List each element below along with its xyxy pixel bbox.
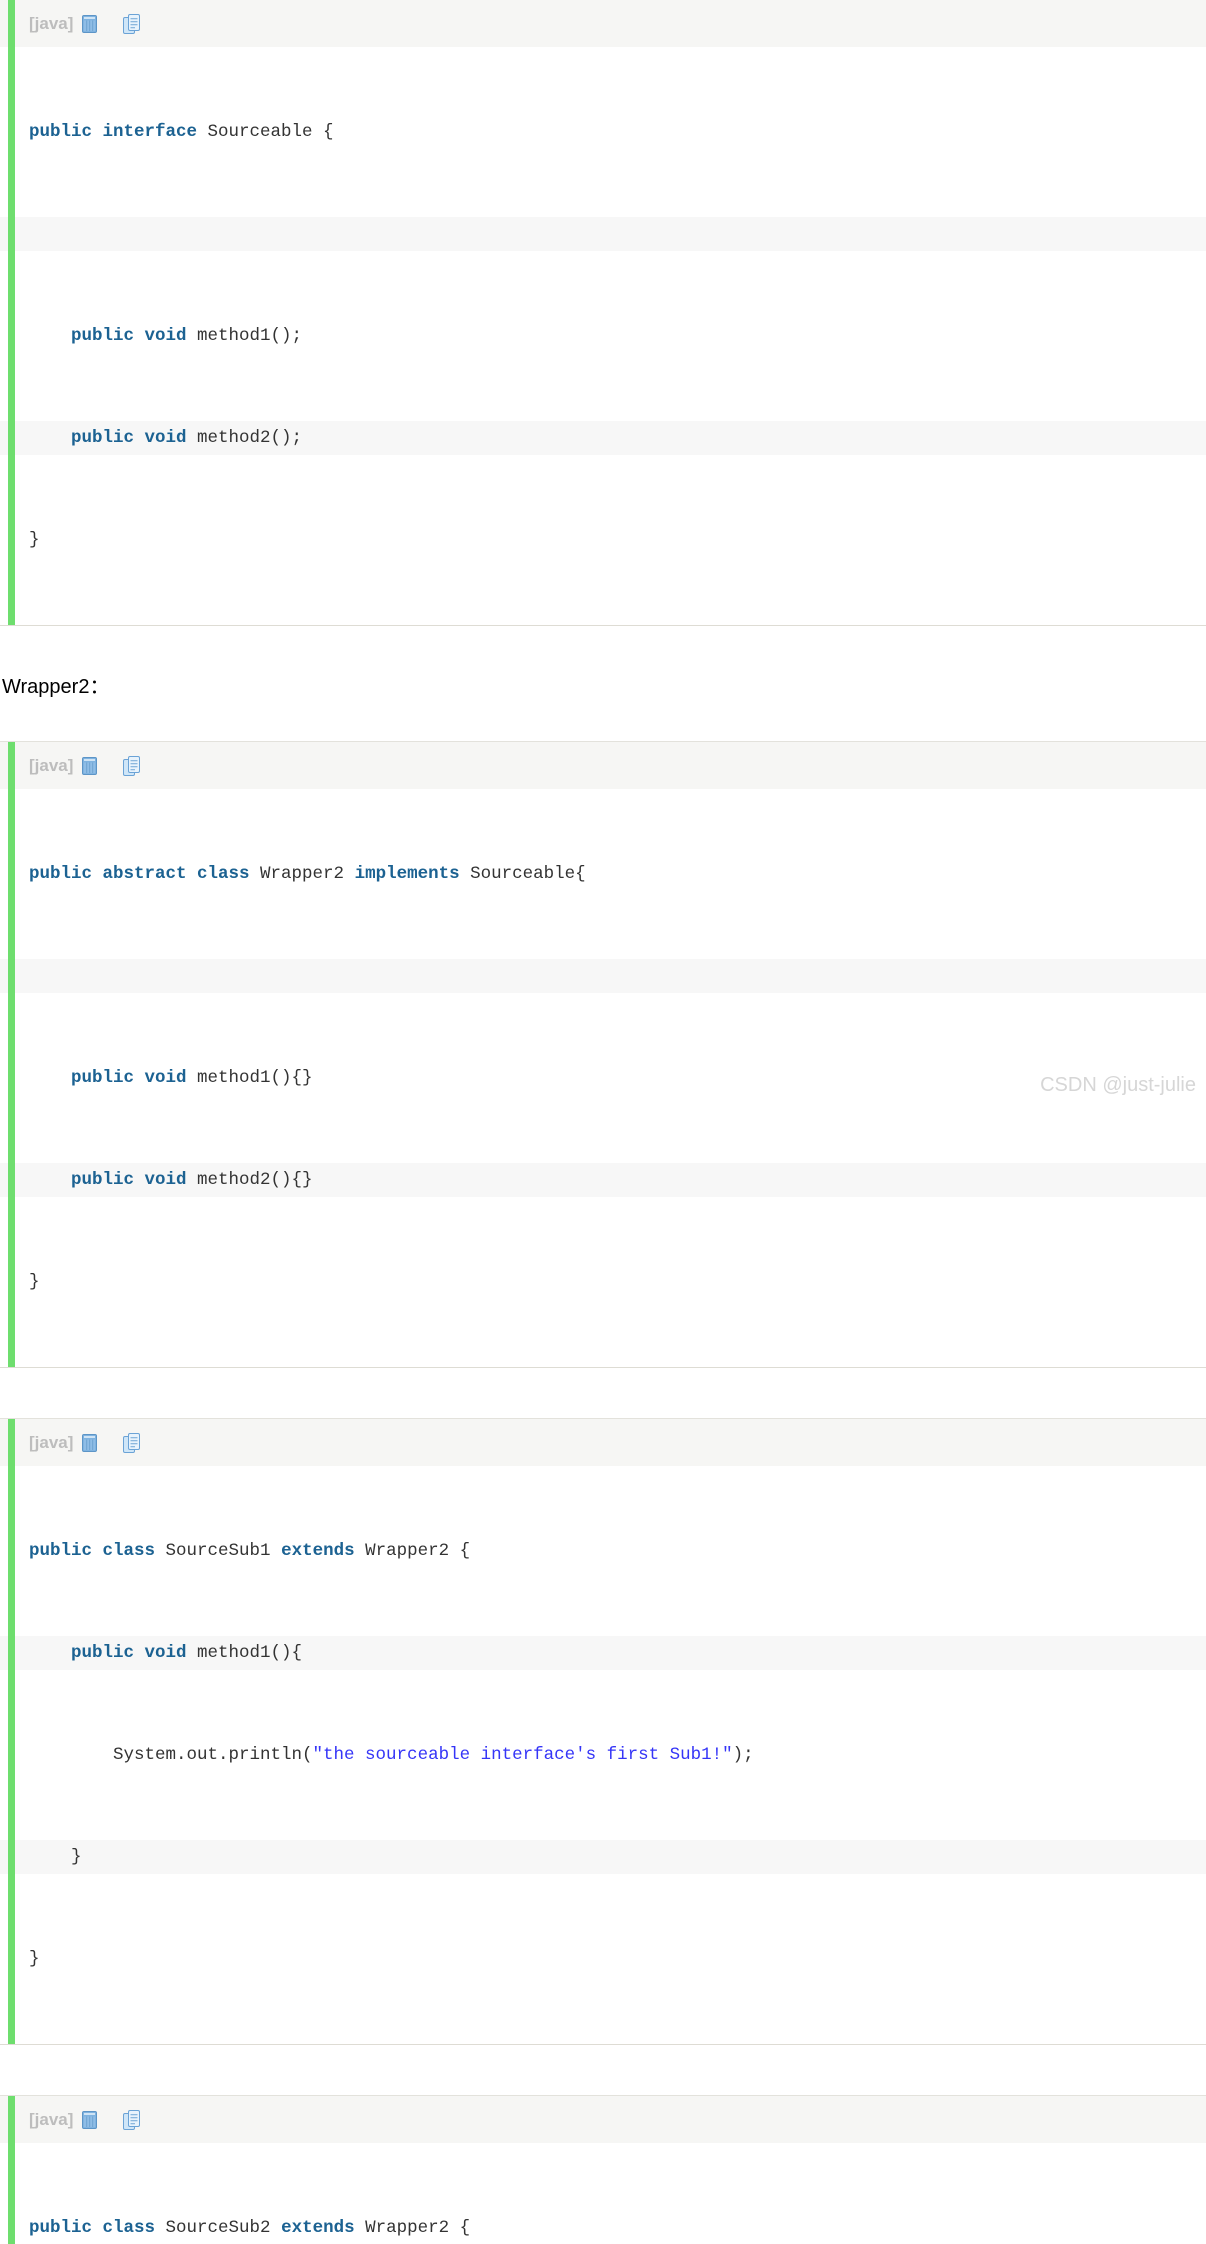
copy-icon[interactable] xyxy=(123,1432,141,1453)
code-text: method1(); xyxy=(197,326,303,346)
code-keyword: public void xyxy=(29,1170,198,1190)
code-keyword: public abstract class xyxy=(29,864,261,884)
code-text: method1(){} xyxy=(197,1068,313,1088)
code-text: Sourceable{ xyxy=(470,864,586,884)
code-keyword: public interface xyxy=(29,122,208,142)
code-text: } xyxy=(29,1847,82,1867)
code-text: method1(){ xyxy=(197,1643,303,1663)
code-text: ); xyxy=(732,1745,754,1765)
book-icon[interactable] xyxy=(82,756,98,775)
language-label: [java] xyxy=(29,755,74,775)
code-line: public void method1(){ xyxy=(0,1636,1206,1670)
code-line: } xyxy=(0,1840,1206,1874)
code-keyword: implements xyxy=(354,864,471,884)
code-content[interactable]: public abstract class Wrapper2 implement… xyxy=(0,789,1206,1367)
language-label: [java] xyxy=(29,13,74,33)
book-icon[interactable] xyxy=(82,14,98,33)
code-text: method2(){} xyxy=(197,1170,313,1190)
code-line: public class SourceSub1 extends Wrapper2… xyxy=(0,1534,1206,1568)
code-block-header: [java] xyxy=(0,1419,1206,1466)
code-text: System.out.println( xyxy=(29,1745,313,1765)
code-line: } xyxy=(0,1942,1206,1976)
copy-icon[interactable] xyxy=(123,13,141,34)
code-text: SourceSub2 xyxy=(165,2218,282,2238)
code-content[interactable]: public class SourceSub2 extends Wrapper2… xyxy=(0,2143,1206,2244)
code-block-header: [java] xyxy=(0,742,1206,789)
spacer xyxy=(0,626,1206,670)
code-line xyxy=(0,217,1206,251)
spacer xyxy=(0,2045,1206,2095)
code-text: Wrapper2 { xyxy=(365,2218,471,2238)
code-line: public abstract class Wrapper2 implement… xyxy=(0,857,1206,891)
code-string: "the sourceable interface's first Sub1!" xyxy=(312,1745,733,1765)
code-content[interactable]: public interface Sourceable { public voi… xyxy=(0,47,1206,625)
copy-icon[interactable] xyxy=(123,755,141,776)
code-text: Sourceable { xyxy=(207,122,334,142)
code-line xyxy=(0,959,1206,993)
code-keyword: extends xyxy=(281,1541,366,1561)
code-text: method2(); xyxy=(197,428,303,448)
spacer xyxy=(0,1368,1206,1418)
book-icon[interactable] xyxy=(82,1433,98,1452)
code-text: Wrapper2 { xyxy=(365,1541,471,1561)
code-block-sourceable: [java] public interface Sourceable {pub… xyxy=(0,0,1206,626)
code-block-header: [java] xyxy=(0,2096,1206,2143)
code-line: System.out.println("the sourceable inter… xyxy=(0,1738,1206,1772)
code-keyword: public class xyxy=(29,2218,166,2238)
code-keyword: public void xyxy=(29,1068,198,1088)
code-keyword: extends xyxy=(281,2218,366,2238)
code-text: SourceSub1 xyxy=(165,1541,282,1561)
code-line: public void method1(){} xyxy=(0,1061,1206,1095)
code-keyword: public void xyxy=(29,326,198,346)
code-keyword: public void xyxy=(29,1643,198,1663)
code-block-header: [java] xyxy=(0,0,1206,47)
spacer xyxy=(0,699,1206,741)
code-line: public void method1(); xyxy=(0,319,1206,353)
code-block-wrapper2: [java] public abstract class Wrapper2 im… xyxy=(0,741,1206,1368)
language-label: [java] xyxy=(29,2109,74,2129)
code-line: public class SourceSub2 extends Wrapper2… xyxy=(0,2211,1206,2244)
code-block-sourcesub1: [java] public class SourceSub1 extends W… xyxy=(0,1418,1206,2045)
code-keyword: public void xyxy=(29,428,198,448)
code-line: } xyxy=(0,523,1206,557)
section-heading-wrapper2: Wrapper2： xyxy=(2,676,110,698)
code-block-sourcesub2: [java] public class SourceSub2 extends W… xyxy=(0,2095,1206,2244)
code-text: } xyxy=(29,1272,40,1292)
code-line: public void method2(){} xyxy=(0,1163,1206,1197)
code-line: } xyxy=(0,1265,1206,1299)
language-label: [java] xyxy=(29,1432,74,1452)
code-line: public void method2(); xyxy=(0,421,1206,455)
book-icon[interactable] xyxy=(82,2110,98,2129)
code-text: } xyxy=(29,530,40,550)
code-text: } xyxy=(29,1949,40,1969)
code-keyword: public class xyxy=(29,1541,166,1561)
code-content[interactable]: public class SourceSub1 extends Wrapper2… xyxy=(0,1466,1206,2044)
copy-icon[interactable] xyxy=(123,2109,141,2130)
code-text: Wrapper2 xyxy=(260,864,355,884)
code-line: public interface Sourceable { xyxy=(0,115,1206,149)
